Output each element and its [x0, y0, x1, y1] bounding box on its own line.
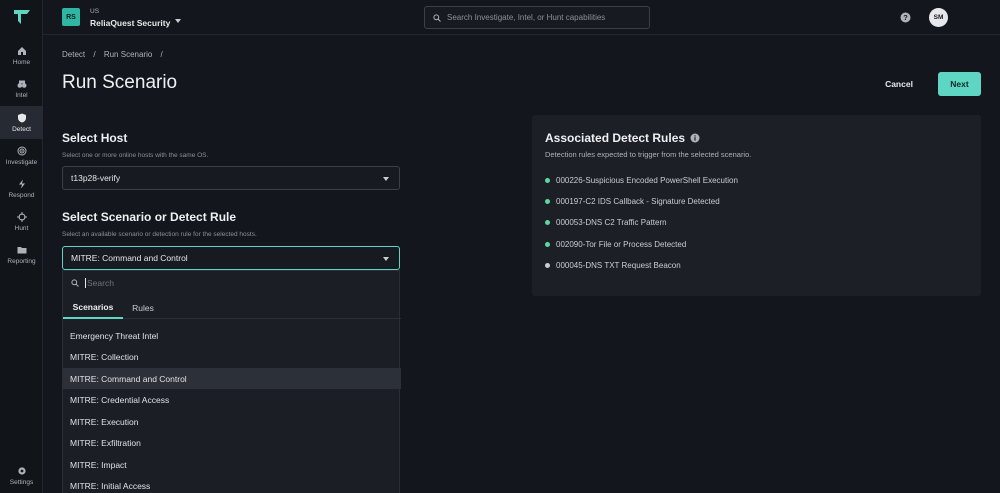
sidebar-item-label: Investigate — [5, 158, 38, 166]
scenario-select-value: MITRE: Command and Control — [71, 253, 188, 263]
org-name[interactable]: ReliaQuest Security — [90, 18, 170, 28]
cancel-button[interactable]: Cancel — [874, 72, 924, 96]
sidebar-item-settings[interactable]: Settings — [0, 459, 43, 492]
help-icon[interactable]: ? — [900, 12, 911, 23]
list-item[interactable]: MITRE: Impact — [63, 454, 401, 475]
rule-text: 000226-Suspicious Encoded PowerShell Exe… — [556, 176, 738, 185]
chevron-down-icon — [383, 177, 389, 181]
breadcrumb-separator: / — [160, 50, 163, 59]
global-search-input[interactable]: Search Investigate, Intel, or Hunt capab… — [424, 6, 650, 29]
sidebar-item-respond[interactable]: Respond — [0, 172, 43, 205]
sidebar-item-label: Detect — [12, 125, 31, 133]
dropdown-tabs: Scenarios Rules — [63, 297, 401, 319]
rules-panel-subtitle: Detection rules expected to trigger from… — [545, 150, 752, 159]
search-placeholder: Search Investigate, Intel, or Hunt capab… — [447, 13, 606, 22]
rule-item: 000197-C2 IDS Callback - Signature Detec… — [545, 197, 720, 206]
info-icon[interactable] — [690, 133, 700, 143]
host-select-value: t13p28-verify — [71, 173, 121, 183]
tab-rules[interactable]: Rules — [123, 297, 163, 319]
page-title: Run Scenario — [62, 72, 178, 93]
sidebar-item-hunt[interactable]: Hunt — [0, 205, 43, 238]
sidebar-item-investigate[interactable]: Investigate — [0, 139, 43, 172]
sidebar-item-reporting[interactable]: Reporting — [0, 238, 43, 271]
sidebar: Home Intel Detect Investigate Respond Hu… — [0, 0, 43, 493]
search-icon — [71, 279, 79, 287]
sidebar-item-label: Intel — [15, 91, 28, 99]
list-item[interactable]: MITRE: Exfiltration — [63, 432, 401, 453]
breadcrumb-detect[interactable]: Detect — [62, 50, 85, 59]
host-select[interactable]: t13p28-verify — [62, 166, 400, 190]
list-item-selected[interactable]: MITRE: Command and Control — [63, 368, 401, 389]
select-host-subtitle: Select one or more online hosts with the… — [62, 152, 209, 159]
rule-item: 002090-Tor File or Process Detected — [545, 240, 686, 249]
org-region: US — [90, 8, 100, 15]
sidebar-item-label: Hunt — [14, 224, 29, 232]
rule-text: 002090-Tor File or Process Detected — [556, 240, 687, 249]
radar-icon — [17, 146, 26, 155]
rules-panel-title: Associated Detect Rules — [545, 131, 700, 145]
top-bar: RS US ReliaQuest Security Search Investi… — [43, 0, 1000, 35]
svg-text:?: ? — [903, 13, 908, 22]
sidebar-item-label: Reporting — [7, 257, 36, 265]
text-cursor — [85, 278, 86, 288]
binoculars-icon — [17, 80, 26, 88]
breadcrumb-separator: / — [93, 50, 96, 59]
dropdown-search-input[interactable]: Search — [71, 278, 114, 288]
sidebar-item-home[interactable]: Home — [0, 39, 43, 72]
list-item[interactable]: Emergency Threat Intel — [63, 325, 401, 346]
chevron-down-icon — [383, 257, 389, 261]
associated-rules-panel: Associated Detect Rules Detection rules … — [532, 115, 981, 296]
tab-scenarios[interactable]: Scenarios — [63, 297, 123, 319]
dropdown-search-placeholder: Search — [87, 278, 114, 288]
rule-text: 000197-C2 IDS Callback - Signature Detec… — [556, 197, 720, 206]
user-avatar[interactable]: SM — [929, 8, 948, 27]
next-button[interactable]: Next — [938, 72, 981, 96]
scenario-dropdown: Search Scenarios Rules Emergency Threat … — [62, 270, 401, 493]
search-icon — [433, 13, 441, 22]
shield-icon — [17, 113, 26, 122]
folder-icon — [17, 246, 26, 253]
breadcrumb: Detect / Run Scenario / — [62, 50, 169, 59]
status-dot — [545, 178, 550, 183]
scenario-select[interactable]: MITRE: Command and Control — [62, 246, 400, 270]
gear-icon — [17, 466, 26, 475]
status-dot — [545, 242, 550, 247]
reliaquest-logo-icon[interactable] — [13, 9, 31, 25]
rules-panel-title-text: Associated Detect Rules — [545, 131, 686, 145]
home-icon — [17, 46, 26, 55]
status-dot — [545, 199, 550, 204]
rule-text: 000053-DNS C2 Traffic Pattern — [556, 218, 667, 227]
rule-item: 000053-DNS C2 Traffic Pattern — [545, 218, 667, 227]
list-item[interactable]: MITRE: Collection — [63, 346, 401, 367]
sidebar-item-label: Settings — [9, 478, 34, 486]
breadcrumb-run-scenario[interactable]: Run Scenario — [104, 50, 152, 59]
org-badge[interactable]: RS — [62, 8, 80, 26]
list-item[interactable]: MITRE: Initial Access — [63, 475, 401, 493]
rule-text: 000045-DNS TXT Request Beacon — [556, 261, 681, 270]
list-item[interactable]: MITRE: Credential Access — [63, 389, 401, 410]
sidebar-item-intel[interactable]: Intel — [0, 72, 43, 105]
rule-item: 000045-DNS TXT Request Beacon — [545, 261, 681, 270]
list-item[interactable]: MITRE: Execution — [63, 411, 401, 432]
sidebar-item-label: Home — [12, 58, 31, 66]
bolt-icon — [18, 179, 25, 188]
chevron-down-icon[interactable] — [175, 19, 181, 23]
select-scenario-title: Select Scenario or Detect Rule — [62, 210, 237, 224]
select-host-title: Select Host — [62, 131, 128, 145]
rule-item: 000226-Suspicious Encoded PowerShell Exe… — [545, 176, 738, 185]
crosshair-icon — [16, 211, 27, 222]
sidebar-item-label: Respond — [8, 191, 35, 199]
status-dot — [545, 263, 550, 268]
select-scenario-subtitle: Select an available scenario or detectio… — [62, 231, 257, 238]
sidebar-item-detect[interactable]: Detect — [0, 106, 43, 139]
status-dot — [545, 220, 550, 225]
